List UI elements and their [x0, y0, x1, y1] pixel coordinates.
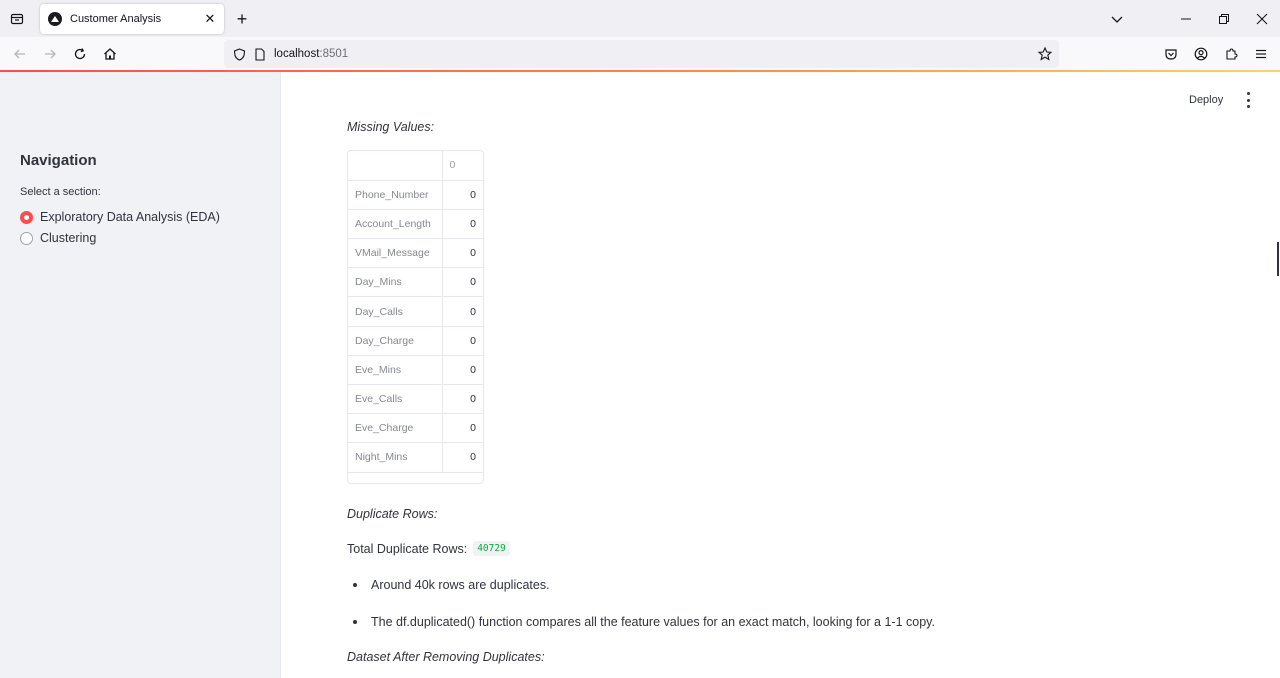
column-header[interactable]: 0 — [442, 151, 483, 181]
missing-values-table[interactable]: 0 Phone_Number 0 Account_Length 0 VMail_Mess… — [347, 150, 484, 484]
row-value-cell[interactable]: 0 — [442, 296, 483, 327]
browser-tab-bar: Customer Analysis ✕ + — [0, 0, 1280, 37]
pocket-icon[interactable] — [1160, 43, 1182, 65]
total-duplicates-label: Total Duplicate Rows: — [347, 541, 468, 556]
duplicate-rows-heading: Duplicate Rows: — [347, 507, 438, 521]
page-icon[interactable] — [249, 43, 271, 65]
list-item: Around 40k rows are duplicates. — [353, 578, 550, 592]
radio-option-label: Exploratory Data Analysis (EDA) — [40, 210, 220, 224]
extensions-icon[interactable] — [1220, 43, 1242, 65]
restore-icon[interactable] — [1213, 8, 1235, 30]
total-duplicates-value: 40729 — [473, 541, 510, 556]
row-value-cell[interactable]: 0 — [442, 180, 483, 210]
row-value-cell[interactable]: 0 — [442, 384, 483, 415]
close-tab-icon[interactable]: ✕ — [202, 11, 218, 27]
radio-option-label: Clustering — [40, 231, 97, 245]
forward-arrow-icon[interactable] — [39, 43, 61, 65]
browser-tab[interactable]: Customer Analysis ✕ — [40, 4, 224, 34]
table-row[interactable]: Account_Length 0 — [348, 209, 483, 240]
row-index-cell[interactable]: Night_Mins — [348, 442, 443, 473]
table-header-row: 0 — [348, 151, 483, 181]
url-bar[interactable]: localhost:8501 — [224, 40, 1059, 68]
streamlit-favicon-icon — [48, 12, 62, 26]
radio-option-eda[interactable]: Exploratory Data Analysis (EDA) — [20, 210, 220, 224]
row-index-cell[interactable]: Account_Length — [348, 209, 443, 240]
total-duplicates-line: Total Duplicate Rows: 40729 — [347, 541, 510, 556]
table-row[interactable]: VMail_Message 0 — [348, 238, 483, 269]
table-row[interactable]: Day_Mins 0 — [348, 267, 483, 298]
tab-title: Customer Analysis — [70, 13, 162, 25]
radio-selected-icon[interactable] — [20, 210, 33, 224]
after-removing-duplicates-heading: Dataset After Removing Duplicates: — [347, 650, 545, 664]
chevron-down-icon[interactable] — [1106, 8, 1128, 30]
row-index-cell[interactable]: Eve_Charge — [348, 413, 443, 444]
radio-unselected-icon[interactable] — [20, 231, 33, 245]
scrollbar-thumb[interactable] — [1277, 242, 1279, 276]
back-arrow-icon[interactable] — [9, 43, 31, 65]
bullet-text: The df.duplicated() function compares al… — [371, 615, 935, 629]
row-value-cell[interactable]: 0 — [442, 267, 483, 298]
sidebar-title: Navigation — [20, 152, 97, 169]
radio-option-clustering[interactable]: Clustering — [20, 231, 96, 245]
list-item: The df.duplicated() function compares al… — [353, 615, 935, 629]
row-index-cell[interactable]: VMail_Message — [348, 238, 443, 269]
table-row[interactable]: Eve_Calls 0 — [348, 384, 483, 415]
sidebar: Navigation Select a section: Exploratory… — [0, 72, 281, 678]
row-index-cell[interactable]: Day_Charge — [348, 326, 443, 356]
close-window-icon[interactable] — [1251, 8, 1273, 30]
section-select-label: Select a section: — [20, 186, 101, 198]
table-row[interactable]: Phone_Number 0 — [348, 180, 483, 210]
row-value-cell[interactable]: 0 — [442, 355, 483, 386]
row-index-cell[interactable]: Eve_Mins — [348, 355, 443, 386]
new-tab-icon[interactable]: + — [232, 9, 252, 29]
deploy-button[interactable]: Deploy — [1189, 94, 1223, 106]
url-port: :8501 — [319, 48, 349, 60]
row-value-cell[interactable]: 0 — [442, 442, 483, 473]
row-value-cell[interactable]: 0 — [442, 209, 483, 240]
tab-list-icon[interactable] — [6, 8, 28, 30]
table-row[interactable]: Day_Calls 0 — [348, 296, 483, 327]
bookmark-star-icon[interactable] — [1034, 43, 1056, 65]
row-index-cell[interactable]: Day_Mins — [348, 267, 443, 298]
main-content: Deploy Missing Values: 0 Phone_Number 0 Ac… — [281, 72, 1280, 678]
shield-icon[interactable] — [228, 43, 250, 65]
hamburger-menu-icon[interactable] — [1250, 43, 1272, 65]
reload-icon[interactable] — [69, 43, 91, 65]
bullet-text: Around 40k rows are duplicates. — [371, 578, 550, 592]
bullet-icon — [353, 583, 357, 587]
url-host: localhost — [274, 48, 320, 60]
table-row[interactable]: Eve_Charge 0 — [348, 413, 483, 444]
more-options-icon[interactable] — [1243, 92, 1253, 108]
table-row[interactable]: Night_Mins 0 — [348, 442, 483, 473]
home-icon[interactable] — [99, 43, 121, 65]
account-icon[interactable] — [1190, 43, 1212, 65]
row-value-cell[interactable]: 0 — [442, 326, 483, 356]
table-row[interactable]: Eve_Mins 0 — [348, 355, 483, 386]
row-index-cell[interactable]: Day_Calls — [348, 296, 443, 327]
missing-values-heading: Missing Values: — [347, 120, 435, 134]
table-row[interactable]: Day_Charge 0 — [348, 326, 483, 356]
url-text[interactable]: localhost:8501 — [274, 48, 348, 60]
index-header — [348, 151, 443, 181]
bullet-icon — [353, 620, 357, 624]
row-value-cell[interactable]: 0 — [442, 238, 483, 269]
row-value-cell[interactable]: 0 — [442, 413, 483, 444]
row-index-cell[interactable]: Phone_Number — [348, 180, 443, 210]
minimize-icon[interactable] — [1175, 8, 1197, 30]
browser-nav-bar: localhost:8501 — [0, 37, 1280, 71]
row-index-cell[interactable]: Eve_Calls — [348, 384, 443, 415]
